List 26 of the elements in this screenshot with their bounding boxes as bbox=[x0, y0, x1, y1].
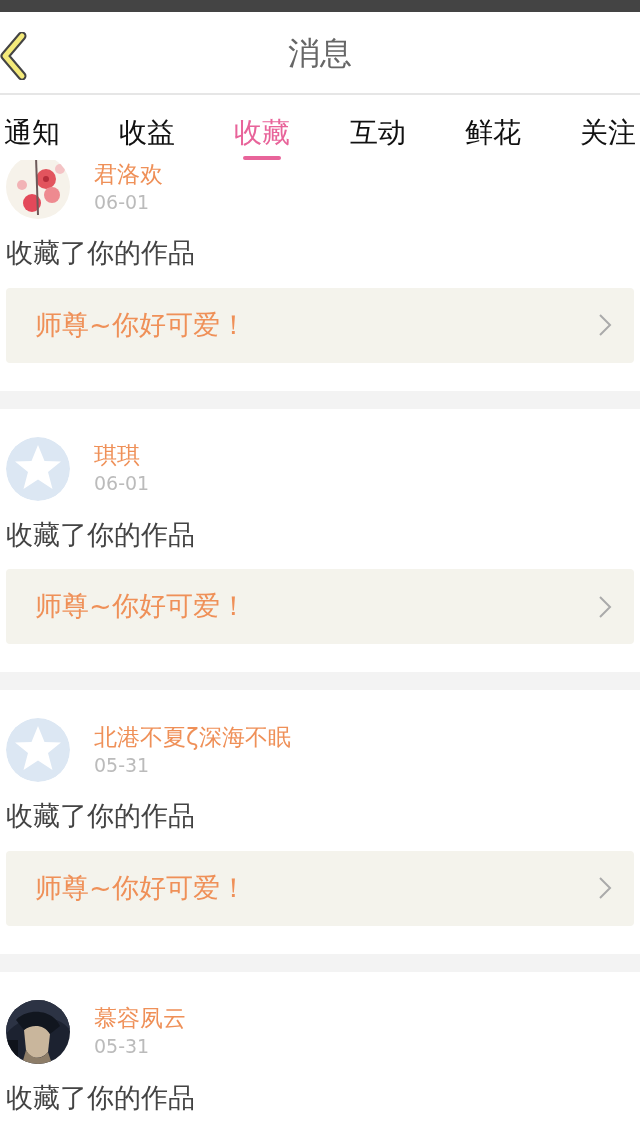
work-link-card[interactable]: 师尊~你好可爱！ bbox=[6, 569, 634, 644]
message-date: 06-01 bbox=[94, 189, 151, 215]
user-name[interactable]: 慕容夙云 bbox=[94, 1004, 186, 1035]
tab[interactable]: 鲜花 bbox=[464, 116, 521, 160]
message-text: 收藏了你的作品 bbox=[6, 236, 196, 270]
tab[interactable]: 收藏 bbox=[234, 116, 291, 160]
message-date: 05-31 bbox=[94, 752, 151, 778]
message-date: 06-01 bbox=[94, 471, 150, 496]
message-text: 收藏了你的作品 bbox=[6, 799, 196, 833]
tab[interactable]: 关注 bbox=[579, 116, 636, 160]
chevron-right-icon bbox=[598, 313, 612, 337]
user-name[interactable]: 君洛欢 bbox=[94, 160, 163, 190]
user-name[interactable]: 北港不夏ζ深海不眠 bbox=[94, 722, 291, 753]
back-icon[interactable] bbox=[0, 32, 28, 80]
tab[interactable]: 通知 bbox=[4, 116, 60, 160]
work-link-card[interactable]: 师尊~你好可爱！ bbox=[6, 287, 634, 363]
user-name[interactable]: 琪琪 bbox=[94, 441, 150, 472]
page-title: 消息 bbox=[288, 32, 352, 74]
chevron-right-icon bbox=[598, 594, 612, 619]
tab[interactable]: 收益 bbox=[119, 116, 176, 160]
work-link-card[interactable]: 师尊~你好可爱！ bbox=[6, 850, 634, 926]
message-text: 收藏了你的作品 bbox=[6, 517, 196, 552]
message-text: 收藏了你的作品 bbox=[6, 1080, 196, 1115]
tab[interactable]: 互动 bbox=[349, 116, 406, 160]
message-date: 05-31 bbox=[94, 1034, 151, 1059]
chevron-right-icon bbox=[598, 876, 612, 900]
